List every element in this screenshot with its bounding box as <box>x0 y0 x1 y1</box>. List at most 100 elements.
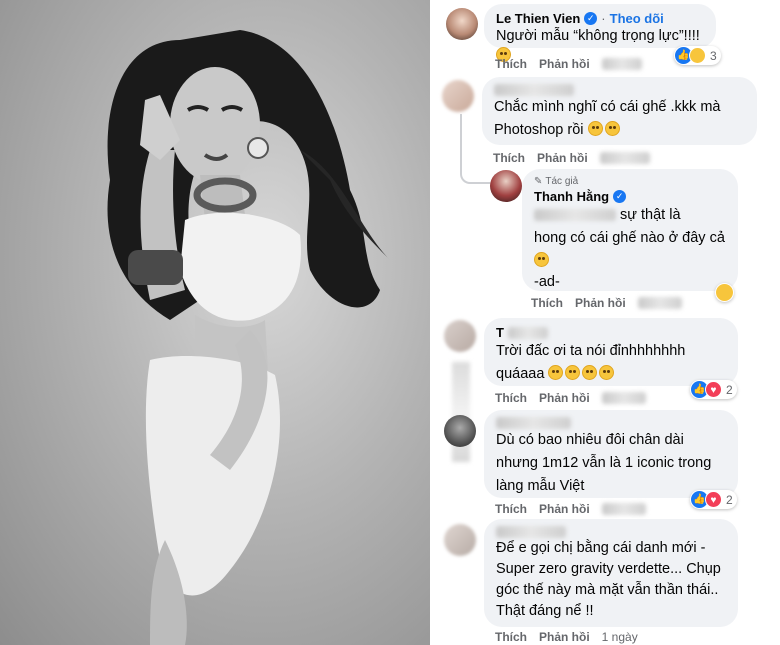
shocked-emoji-icon <box>534 252 549 267</box>
verified-badge-icon: ✓ <box>584 12 598 25</box>
comment-timestamp[interactable]: 1 ngày <box>602 630 638 644</box>
reply-link[interactable]: Phản hồi <box>575 296 626 310</box>
like-link[interactable]: Thích <box>495 502 527 516</box>
reply-link[interactable]: Phản hồi <box>539 502 590 516</box>
comment-bubble: T Trời đấc ơi ta nói đỉnhhhhhhh quáaaa <box>484 318 738 386</box>
like-link[interactable]: Thích <box>531 296 563 310</box>
reaction-summary[interactable]: 👍 ♥ 2 <box>690 490 737 509</box>
avatar[interactable] <box>444 415 476 447</box>
like-link[interactable]: Thích <box>495 391 527 405</box>
comment-text-line: sự thật là <box>534 204 726 227</box>
comment-author[interactable]: T <box>496 325 726 340</box>
separator-dot: · <box>601 11 606 26</box>
comment-text-line: Dù có bao nhiêu đôi chân dài <box>496 432 684 448</box>
like-link[interactable]: Thích <box>493 151 525 165</box>
laugh-emoji-icon <box>604 121 620 136</box>
timestamp-blurred <box>601 58 642 70</box>
comment-text: Để e gọi chị bằng cái danh mới - Super z… <box>496 538 726 622</box>
comment-author[interactable]: Thanh Hằng ✓ <box>534 189 726 204</box>
comments-panel: Le Thien Vien ✓ · Theo dõi Người mẫu “kh… <box>430 0 780 645</box>
timestamp-blurred <box>601 503 646 515</box>
reaction-count: 2 <box>726 382 733 397</box>
comment-bubble: ✎ Tác giả Thanh Hằng ✓ sự thật là hong c… <box>522 169 738 291</box>
like-link[interactable]: Thích <box>495 57 527 71</box>
reaction-count: 2 <box>726 492 733 507</box>
reaction-summary[interactable] <box>715 283 734 302</box>
comment-text: Dù có bao nhiêu đôi chân dài nhưng 1m12 … <box>496 429 726 498</box>
haha-reaction-icon <box>716 284 733 301</box>
reaction-summary[interactable]: 👍 ♥ 2 <box>690 380 737 399</box>
comment-text: Trời đấc ơi ta nói đỉnhhhhhhh quáaaa <box>496 340 726 386</box>
avatar[interactable] <box>444 320 476 352</box>
bracelet <box>128 250 183 285</box>
love-reaction-icon: ♥ <box>705 491 722 508</box>
mention-blurred <box>534 209 616 222</box>
comment-text-line: Thật đáng nể !! <box>496 603 594 619</box>
author-name-blurred <box>494 84 574 96</box>
like-link[interactable]: Thích <box>495 630 527 644</box>
author-name[interactable]: Thanh Hằng <box>534 189 609 204</box>
comment-text-line: góc thế này mà mặt vẫn thần thái.. <box>496 582 719 598</box>
model-illustration <box>107 30 390 645</box>
pen-icon: ✎ <box>534 176 543 187</box>
comment-text-line <box>534 250 726 273</box>
follow-link[interactable]: Theo dõi <box>610 11 664 26</box>
love-reaction-icon: ♥ <box>705 381 722 398</box>
thread-connector <box>460 114 490 184</box>
laugh-emoji-icon <box>587 121 603 136</box>
comment-actions: Thích Phản hồi <box>495 57 642 71</box>
comment-author[interactable] <box>496 526 726 538</box>
author-name[interactable]: T <box>496 325 504 340</box>
avatar[interactable] <box>490 170 522 202</box>
timestamp-blurred <box>637 297 682 309</box>
comment-text: sự thật là hong có cái ghế nào ở đây cả … <box>534 204 726 291</box>
author-tag-label: Tác giả <box>545 176 579 187</box>
comment-text-line: Chắc mình nghĩ có cái ghế .kkk mà <box>494 99 721 115</box>
avatar[interactable] <box>442 80 474 112</box>
timestamp-blurred <box>599 152 650 164</box>
reply-link[interactable]: Phản hồi <box>539 630 590 644</box>
comment-actions: Thích Phản hồi <box>495 502 646 516</box>
comment-author[interactable]: Le Thien Vien ✓ · Theo dõi <box>496 11 704 26</box>
avatar[interactable] <box>446 8 478 40</box>
reply-link[interactable]: Phản hồi <box>539 391 590 405</box>
comment-bubble: Dù có bao nhiêu đôi chân dài nhưng 1m12 … <box>484 410 738 498</box>
reaction-count: 3 <box>710 48 717 63</box>
comment-author[interactable] <box>494 84 745 96</box>
comment-text-line: -ad- <box>534 274 560 290</box>
face-shape <box>170 67 260 183</box>
comment-text-line: Để e gọi chị bằng cái danh mới - <box>496 540 706 556</box>
crying-emoji-icon <box>565 365 581 380</box>
comment-actions: Thích Phản hồi <box>493 151 650 165</box>
verified-badge-icon: ✓ <box>613 190 627 203</box>
comment-text-line: Photoshop rồi <box>494 119 745 142</box>
haha-reaction-icon <box>689 47 706 64</box>
comment-bubble: Le Thien Vien ✓ · Theo dõi Người mẫu “kh… <box>484 4 716 62</box>
comment-text-line: hong có cái ghế nào ở đây cả <box>534 230 725 246</box>
reply-link[interactable]: Phản hồi <box>537 151 588 165</box>
comment-text: Chắc mình nghĩ có cái ghế .kkk mà Photos… <box>494 96 745 142</box>
comment-actions: Thích Phản hồi <box>495 391 646 405</box>
avatar[interactable] <box>444 524 476 556</box>
earring <box>247 137 269 159</box>
comment-author[interactable] <box>496 417 726 429</box>
timestamp-blurred <box>601 392 646 404</box>
crying-emoji-icon <box>548 365 564 380</box>
comment-text-line: nhưng 1m12 vẫn là 1 iconic trong <box>496 455 712 471</box>
crying-emoji-icon <box>599 365 615 380</box>
author-name-blurred <box>496 526 566 538</box>
post-photo[interactable] <box>0 0 430 645</box>
author-name[interactable]: Le Thien Vien <box>496 11 580 26</box>
reply-link[interactable]: Phản hồi <box>539 57 590 71</box>
author-tag: ✎ Tác giả <box>534 176 726 187</box>
comment-text-line: Trời đấc ơi ta nói đỉnhhhhhhh <box>496 343 686 359</box>
top-garment <box>180 212 301 321</box>
comment-text-line: Super zero gravity verdette... Chụp <box>496 561 721 577</box>
blurred-sidebar-strip <box>452 362 470 462</box>
comment-actions: Thích Phản hồi 1 ngày <box>495 630 638 644</box>
comment-actions: Thích Phản hồi <box>531 296 682 310</box>
reaction-summary[interactable]: 👍 3 <box>674 46 721 65</box>
author-name-blurred <box>507 326 548 339</box>
comment-bubble: Để e gọi chị bằng cái danh mới - Super z… <box>484 519 738 627</box>
crying-emoji-icon <box>582 365 598 380</box>
